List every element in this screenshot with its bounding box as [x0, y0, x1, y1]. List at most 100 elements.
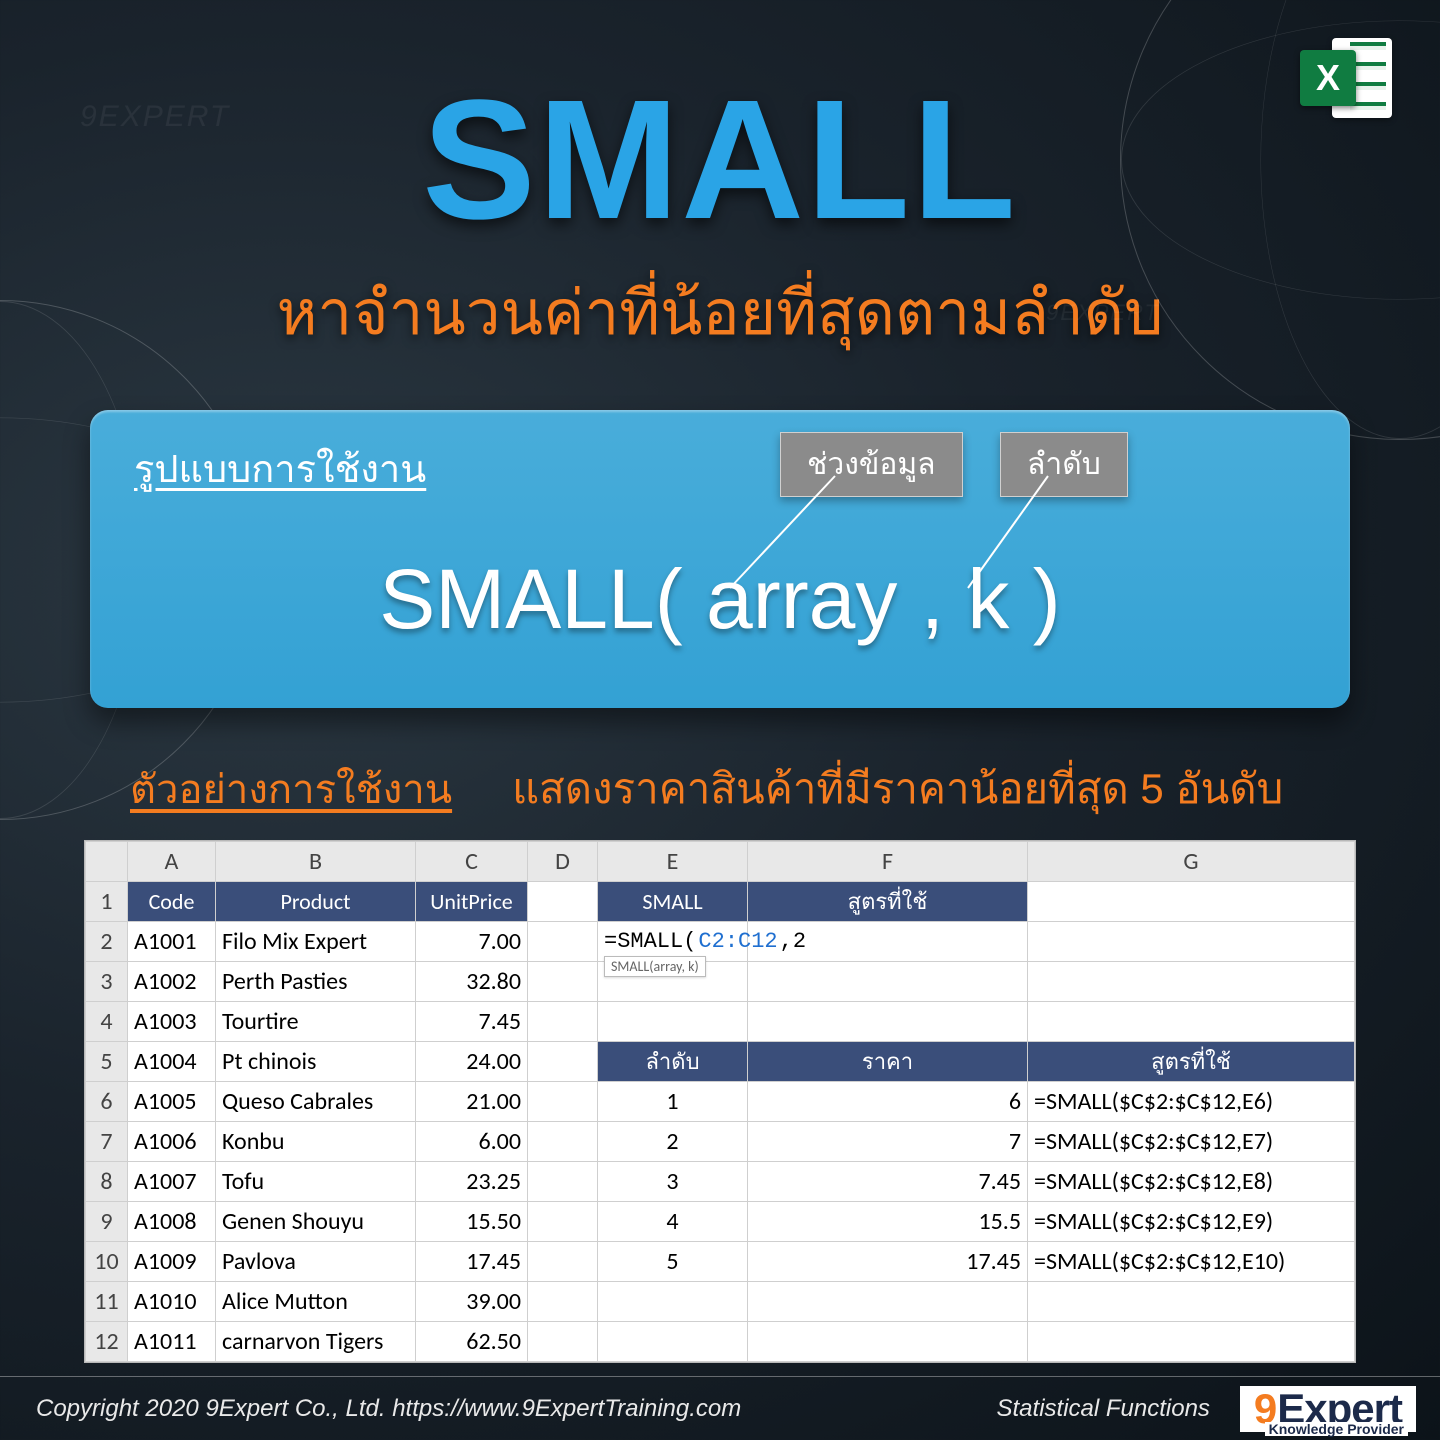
col-A[interactable]: A [128, 842, 216, 882]
row-number[interactable]: 7 [86, 1122, 128, 1162]
cell-code[interactable]: A1001 [128, 922, 216, 962]
cell-product[interactable]: Pt chinois [216, 1042, 416, 1082]
cell-unitprice[interactable]: 21.00 [416, 1082, 528, 1122]
cell-rank[interactable]: 5 [598, 1242, 748, 1282]
cell[interactable] [598, 1002, 748, 1042]
cell-code[interactable]: A1010 [128, 1282, 216, 1322]
cell-result-price[interactable]: 15.5 [748, 1202, 1028, 1242]
cell[interactable] [528, 1082, 598, 1122]
cell-result-formula[interactable]: =SMALL($C$2:$C$12,E9) [1028, 1202, 1355, 1242]
cell[interactable] [748, 1322, 1028, 1362]
row-number[interactable]: 11 [86, 1282, 128, 1322]
cell[interactable] [748, 962, 1028, 1002]
cell-product[interactable]: Konbu [216, 1122, 416, 1162]
corner-cell[interactable] [86, 842, 128, 882]
cell-result-formula[interactable]: =SMALL($C$2:$C$12,E6) [1028, 1082, 1355, 1122]
row-number[interactable]: 2 [86, 922, 128, 962]
cell[interactable] [528, 1322, 598, 1362]
cell[interactable] [1028, 1322, 1355, 1362]
row-number[interactable]: 4 [86, 1002, 128, 1042]
cell[interactable] [1028, 1282, 1355, 1322]
col-C[interactable]: C [416, 842, 528, 882]
header-code[interactable]: Code [128, 882, 216, 922]
cell-rank[interactable]: 2 [598, 1122, 748, 1162]
cell-product[interactable]: Queso Cabrales [216, 1082, 416, 1122]
cell[interactable] [528, 1122, 598, 1162]
row-number[interactable]: 1 [86, 882, 128, 922]
row-number[interactable]: 9 [86, 1202, 128, 1242]
cell-result-price[interactable]: 7.45 [748, 1162, 1028, 1202]
cell-product[interactable]: Pavlova [216, 1242, 416, 1282]
cell-rank[interactable]: 3 [598, 1162, 748, 1202]
col-D[interactable]: D [528, 842, 598, 882]
row-number[interactable]: 3 [86, 962, 128, 1002]
header-unitprice[interactable]: UnitPrice [416, 882, 528, 922]
cell[interactable] [748, 1002, 1028, 1042]
cell-result-formula[interactable]: =SMALL($C$2:$C$12,E8) [1028, 1162, 1355, 1202]
header-formula-used[interactable]: สูตรที่ใช้ [748, 882, 1028, 922]
cell-code[interactable]: A1009 [128, 1242, 216, 1282]
cell-product[interactable]: Alice Mutton [216, 1282, 416, 1322]
row-number[interactable]: 5 [86, 1042, 128, 1082]
col-B[interactable]: B [216, 842, 416, 882]
cell-result-price[interactable]: 7 [748, 1122, 1028, 1162]
cell-code[interactable]: A1006 [128, 1122, 216, 1162]
cell-unitprice[interactable]: 32.80 [416, 962, 528, 1002]
cell-product[interactable]: Genen Shouyu [216, 1202, 416, 1242]
cell-rank[interactable]: 1 [598, 1082, 748, 1122]
cell-unitprice[interactable]: 6.00 [416, 1122, 528, 1162]
cell[interactable] [528, 962, 598, 1002]
cell-unitprice[interactable]: 7.00 [416, 922, 528, 962]
cell-code[interactable]: A1011 [128, 1322, 216, 1362]
row-number[interactable]: 6 [86, 1082, 128, 1122]
cell-unitprice[interactable]: 17.45 [416, 1242, 528, 1282]
cell-result-formula[interactable]: =SMALL($C$2:$C$12,E10) [1028, 1242, 1355, 1282]
row-number[interactable]: 12 [86, 1322, 128, 1362]
cell-code[interactable]: A1008 [128, 1202, 216, 1242]
col-E[interactable]: E [598, 842, 748, 882]
cell-result-formula[interactable]: =SMALL($C$2:$C$12,E7) [1028, 1122, 1355, 1162]
cell-product[interactable]: Perth Pasties [216, 962, 416, 1002]
cell-product[interactable]: Filo Mix Expert [216, 922, 416, 962]
cell-code[interactable]: A1007 [128, 1162, 216, 1202]
cell-code[interactable]: A1003 [128, 1002, 216, 1042]
cell[interactable] [528, 1242, 598, 1282]
header-rank[interactable]: ลำดับ [598, 1042, 748, 1082]
header-price[interactable]: ราคา [748, 1042, 1028, 1082]
cell-result-price[interactable]: 17.45 [748, 1242, 1028, 1282]
cell-unitprice[interactable]: 62.50 [416, 1322, 528, 1362]
cell[interactable] [528, 1202, 598, 1242]
cell[interactable] [528, 882, 598, 922]
cell-unitprice[interactable]: 39.00 [416, 1282, 528, 1322]
cell[interactable] [1028, 882, 1355, 922]
cell-rank[interactable]: 4 [598, 1202, 748, 1242]
cell-unitprice[interactable]: 15.50 [416, 1202, 528, 1242]
cell[interactable] [1028, 1002, 1355, 1042]
cell[interactable] [598, 1282, 748, 1322]
cell-code[interactable]: A1005 [128, 1082, 216, 1122]
cell[interactable] [1028, 922, 1355, 962]
cell[interactable] [528, 1002, 598, 1042]
header-result-formula[interactable]: สูตรที่ใช้ [1028, 1042, 1355, 1082]
cell[interactable] [598, 1322, 748, 1362]
cell-code[interactable]: A1004 [128, 1042, 216, 1082]
header-small[interactable]: SMALL [598, 882, 748, 922]
row-number[interactable]: 10 [86, 1242, 128, 1282]
cell-code[interactable]: A1002 [128, 962, 216, 1002]
cell[interactable] [528, 922, 598, 962]
cell[interactable] [748, 1282, 1028, 1322]
row-number[interactable]: 8 [86, 1162, 128, 1202]
formula-entry-cell[interactable]: =SMALL(C2:C12,2SMALL(array, k) [598, 922, 748, 962]
cell-product[interactable]: Tofu [216, 1162, 416, 1202]
cell-result-price[interactable]: 6 [748, 1082, 1028, 1122]
cell[interactable] [528, 1162, 598, 1202]
cell-unitprice[interactable]: 24.00 [416, 1042, 528, 1082]
header-product[interactable]: Product [216, 882, 416, 922]
col-F[interactable]: F [748, 842, 1028, 882]
cell-product[interactable]: carnarvon Tigers [216, 1322, 416, 1362]
cell[interactable] [528, 1282, 598, 1322]
cell-unitprice[interactable]: 7.45 [416, 1002, 528, 1042]
cell[interactable] [1028, 962, 1355, 1002]
cell-product[interactable]: Tourtire [216, 1002, 416, 1042]
cell[interactable] [528, 1042, 598, 1082]
